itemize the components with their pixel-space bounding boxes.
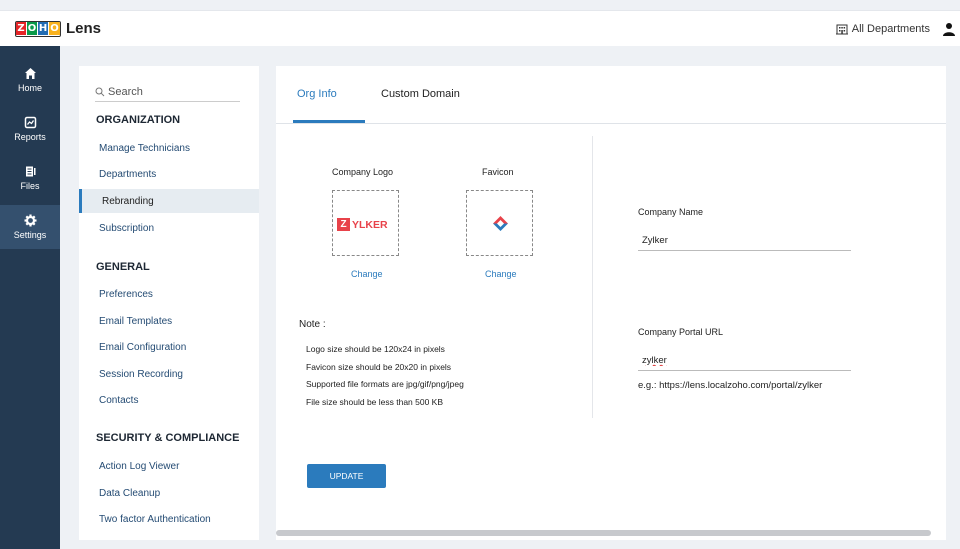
company-logo-preview: Z YLKER (332, 190, 399, 256)
app-name: Lens (66, 20, 102, 37)
rail-item-home[interactable]: Home (0, 58, 60, 102)
rail-label-home: Home (17, 83, 42, 93)
favicon-preview (466, 190, 533, 256)
search-icon (95, 87, 105, 96)
search-box[interactable]: Search (95, 82, 240, 102)
section-title-general: GENERAL (96, 261, 150, 273)
active-tab-indicator (293, 120, 365, 123)
rail-item-settings[interactable]: Settings (0, 205, 60, 249)
favicon-label: Favicon (482, 167, 514, 177)
building-icon (835, 24, 848, 34)
tab-org-info[interactable]: Org Info (297, 88, 337, 100)
menu-item-session-recording[interactable]: Session Recording (79, 362, 259, 386)
portal-url-label: Company Portal URL (638, 327, 724, 337)
menu-item-email-configuration[interactable]: Email Configuration (79, 335, 259, 359)
change-logo-link[interactable]: Change (351, 269, 383, 279)
menu-item-subscription[interactable]: Subscription (79, 216, 259, 240)
note-line: Logo size should be 120x24 in pixels (306, 344, 445, 354)
rail-item-files[interactable]: Files (0, 156, 60, 200)
update-button[interactable]: UPDATE (307, 464, 386, 488)
tab-custom-domain[interactable]: Custom Domain (381, 88, 460, 100)
note-line: Supported file formats are jpg/gif/png/j… (306, 379, 464, 389)
note-title: Note : (299, 319, 326, 330)
note-line: File size should be less than 500 KB (306, 397, 444, 407)
company-name-input[interactable] (638, 231, 851, 251)
top-bar: Z O H O Lens All Departments (0, 10, 960, 46)
column-divider (592, 136, 593, 418)
menu-item-data-cleanup[interactable]: Data Cleanup (79, 481, 259, 505)
main-panel: Org Info Custom Domain Company Logo Favi… (276, 66, 946, 540)
files-icon (25, 166, 35, 177)
zoho-letter-o: O (27, 21, 38, 35)
menu-item-action-log-viewer[interactable]: Action Log Viewer (79, 454, 259, 478)
department-selector[interactable]: All Departments (835, 22, 930, 35)
company-logo-label: Company Logo (332, 167, 394, 177)
zoho-letter-o2: O (49, 21, 60, 35)
rail-label-files: Files (20, 181, 40, 191)
tab-bar: Org Info Custom Domain (276, 66, 946, 124)
rail-label-settings: Settings (13, 230, 47, 240)
menu-item-departments[interactable]: Departments (79, 162, 259, 186)
section-title-organization: ORGANIZATION (96, 114, 181, 126)
menu-item-manage-technicians[interactable]: Manage Technicians (79, 136, 259, 160)
menu-item-contacts[interactable]: Contacts (79, 388, 259, 412)
note-line: Favicon size should be 20x20 in pixels (306, 362, 452, 372)
zylker-favicon-icon (493, 216, 508, 231)
zylker-logo: Z YLKER (337, 218, 388, 231)
gear-icon (24, 214, 36, 227)
menu-item-preferences[interactable]: Preferences (79, 282, 259, 306)
menu-item-two-factor-authentication[interactable]: Two factor Authentication (79, 507, 259, 531)
portal-url-input[interactable] (638, 351, 851, 371)
zoho-logo: Z O H O (15, 20, 61, 37)
app-logo[interactable]: Z O H O Lens (15, 20, 101, 37)
search-placeholder: Search (108, 85, 143, 98)
zoho-letter-h: H (38, 21, 49, 35)
change-favicon-link[interactable]: Change (485, 269, 517, 279)
menu-item-rebranding[interactable]: Rebranding (79, 189, 259, 213)
settings-menu: Search ORGANIZATION Manage Technicians D… (79, 66, 259, 540)
home-icon (24, 68, 36, 79)
zoho-letter-z: Z (16, 21, 27, 35)
zylker-logo-mark: Z (337, 218, 350, 231)
departments-label: All Departments (851, 22, 930, 35)
portal-url-example: e.g.: https://lens.localzoho.com/portal/… (638, 380, 823, 391)
zylker-logo-text: YLKER (352, 218, 388, 231)
company-name-label: Company Name (638, 207, 704, 217)
rail-label-reports: Reports (14, 132, 46, 142)
rail-item-reports[interactable]: Reports (0, 107, 60, 151)
left-nav-rail: Home Reports Files Settings (0, 46, 60, 549)
horizontal-scrollbar[interactable] (276, 529, 946, 537)
menu-item-email-templates[interactable]: Email Templates (79, 309, 259, 333)
user-icon[interactable] (942, 22, 956, 36)
section-title-security-compliance: SECURITY & COMPLIANCE (96, 432, 240, 444)
scrollbar-thumb[interactable] (276, 530, 931, 536)
reports-icon (24, 116, 36, 129)
